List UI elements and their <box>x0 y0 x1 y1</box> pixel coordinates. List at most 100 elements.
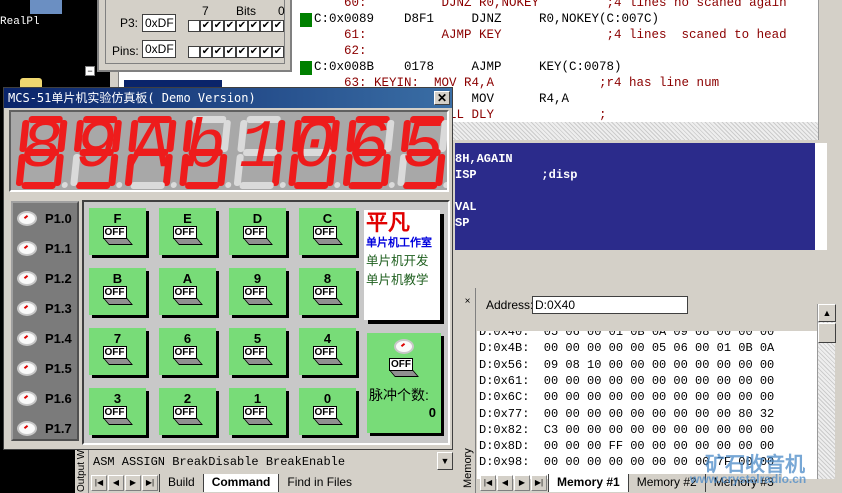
bit-checkbox[interactable]: ✔ <box>260 46 272 58</box>
toggle-switch[interactable]: OFF <box>172 226 203 246</box>
tab-nav-button[interactable]: ◀ <box>108 475 124 491</box>
bit-checkbox[interactable]: ✔ <box>236 46 248 58</box>
bit-checkbox[interactable]: ✔ <box>224 46 236 58</box>
key-1[interactable]: 1 OFF <box>229 388 286 435</box>
key-7[interactable]: 7 OFF <box>89 328 146 375</box>
key-E[interactable]: E OFF <box>159 208 216 255</box>
realplayer-shortcut-icon[interactable] <box>30 0 62 14</box>
tab-memory-1[interactable]: Memory #1 <box>548 474 628 492</box>
toggle-switch[interactable]: OFF <box>172 406 203 426</box>
scroll-thumb[interactable] <box>818 323 836 343</box>
toggle-switch[interactable]: OFF <box>102 346 133 366</box>
p3-label: P3: <box>120 16 139 30</box>
code-line: C:0x008B 0178 AJMP KEY(C:0078) <box>314 60 622 74</box>
desktop-icon-label[interactable]: RealPl <box>0 16 40 28</box>
toggle-switch[interactable]: OFF <box>242 346 273 366</box>
toggle-switch[interactable]: OFF <box>312 286 343 306</box>
dock-close-icon[interactable]: × <box>460 296 475 307</box>
bit-checkbox[interactable] <box>188 46 200 58</box>
memory-row: D:0x40: 05 06 00 01 0B 0A 09 08 00 00 00 <box>479 331 775 339</box>
toggle-switch[interactable]: OFF <box>312 406 343 426</box>
tab-find-in-files[interactable]: Find in Files <box>278 474 361 492</box>
logo-line1: 单片机开发 <box>366 254 429 268</box>
pulse-switch[interactable]: OFF <box>389 358 419 378</box>
tab-command[interactable]: Command <box>202 474 279 492</box>
key-3[interactable]: 3 OFF <box>89 388 146 435</box>
switch-off-label: OFF <box>242 286 267 299</box>
p1-label: P1.6 <box>45 390 72 406</box>
address-input[interactable]: D:0X40 <box>532 296 688 314</box>
key-5[interactable]: 5 OFF <box>229 328 286 375</box>
source-editor[interactable]: 8H,AGAIN ISP ;disp VAL SP <box>455 143 815 250</box>
pulse-counter[interactable]: OFF 脉冲个数: 0 <box>367 333 441 433</box>
toggle-switch[interactable]: OFF <box>172 286 203 306</box>
key-6[interactable]: 6 OFF <box>159 328 216 375</box>
key-4[interactable]: 4 OFF <box>299 328 356 375</box>
close-button[interactable]: ✕ <box>434 91 450 105</box>
bit-checkbox[interactable]: ✔ <box>236 20 248 32</box>
tab-nav-button[interactable]: ▶| <box>142 475 158 491</box>
p1-led-3: P1.3 <box>17 297 72 319</box>
window-title[interactable]: MCS-51单片机实验仿真板( Demo Version) <box>4 88 452 108</box>
toggle-switch[interactable]: OFF <box>102 406 133 426</box>
breakpoint-marker[interactable] <box>300 61 312 75</box>
toggle-switch[interactable]: OFF <box>102 226 133 246</box>
key-9[interactable]: 9 OFF <box>229 268 286 315</box>
bit-checkbox[interactable] <box>188 20 200 32</box>
bit-checkbox[interactable]: ✔ <box>260 20 272 32</box>
tab-build[interactable]: Build <box>159 474 203 492</box>
pins-value-field[interactable]: 0xDF <box>142 40 176 58</box>
toggle-switch[interactable]: OFF <box>242 406 273 426</box>
dropdown-arrow-icon[interactable]: ▼ <box>437 452 453 470</box>
memory-scrollbar[interactable]: ▲ <box>817 304 836 479</box>
tab-nav-button[interactable]: ▶| <box>531 475 547 491</box>
vertical-scrollbar[interactable] <box>818 0 828 140</box>
bit-checkbox[interactable]: ✔ <box>212 20 224 32</box>
bit-checkbox[interactable]: ✔ <box>200 20 212 32</box>
bit-checkbox[interactable]: ✔ <box>248 46 260 58</box>
collapse-icon[interactable]: − <box>85 66 95 76</box>
logo-line2: 单片机教学 <box>366 273 429 287</box>
bit-checkbox[interactable]: ✔ <box>212 46 224 58</box>
tab-nav-button[interactable]: ▶ <box>514 475 530 491</box>
toggle-switch[interactable]: OFF <box>242 226 273 246</box>
tab-nav-button[interactable]: ◀ <box>497 475 513 491</box>
key-2[interactable]: 2 OFF <box>159 388 216 435</box>
switch-off-label: OFF <box>312 226 337 239</box>
switch-off-label: OFF <box>312 286 337 299</box>
key-C[interactable]: C OFF <box>299 208 356 255</box>
bit-checkbox[interactable]: ✔ <box>272 46 284 58</box>
memory-dock-bar[interactable]: × Memory <box>460 288 476 493</box>
pulse-led-icon <box>394 339 414 354</box>
bit-checkbox[interactable]: ✔ <box>248 20 260 32</box>
key-0[interactable]: 0 OFF <box>299 388 356 435</box>
scroll-up-icon[interactable]: ▲ <box>818 304 836 322</box>
switch-off-label: OFF <box>242 346 267 359</box>
key-B[interactable]: B OFF <box>89 268 146 315</box>
tab-nav-button[interactable]: |◀ <box>480 475 496 491</box>
bit-checkbox[interactable]: ✔ <box>224 20 236 32</box>
key-label: B <box>112 271 123 286</box>
p1-led-2: P1.2 <box>17 267 72 289</box>
toggle-switch[interactable]: OFF <box>312 226 343 246</box>
bit-checkbox[interactable]: ✔ <box>272 20 284 32</box>
output-tabs: |◀ ◀ ▶ ▶| Build Command Find in Files <box>91 474 361 492</box>
toggle-switch[interactable]: OFF <box>102 286 133 306</box>
tab-nav-button[interactable]: |◀ <box>91 475 107 491</box>
key-8[interactable]: 8 OFF <box>299 268 356 315</box>
switch-off-label: OFF <box>102 286 127 299</box>
key-D[interactable]: D OFF <box>229 208 286 255</box>
key-F[interactable]: F OFF <box>89 208 146 255</box>
watermark-url: www.crystalradio.cn <box>690 472 807 486</box>
tab-nav-button[interactable]: ▶ <box>125 475 141 491</box>
toggle-switch[interactable]: OFF <box>312 346 343 366</box>
command-text[interactable]: ASM ASSIGN BreakDisable BreakEnable <box>91 452 436 472</box>
breakpoint-marker[interactable] <box>300 13 312 27</box>
key-A[interactable]: A OFF <box>159 268 216 315</box>
toggle-switch[interactable]: OFF <box>172 346 203 366</box>
key-label: E <box>183 211 192 226</box>
toggle-switch[interactable]: OFF <box>242 286 273 306</box>
bit-checkbox[interactable]: ✔ <box>200 46 212 58</box>
p3-value-field[interactable]: 0xDF <box>142 14 176 32</box>
output-dock-bar[interactable]: Output W <box>75 450 89 493</box>
